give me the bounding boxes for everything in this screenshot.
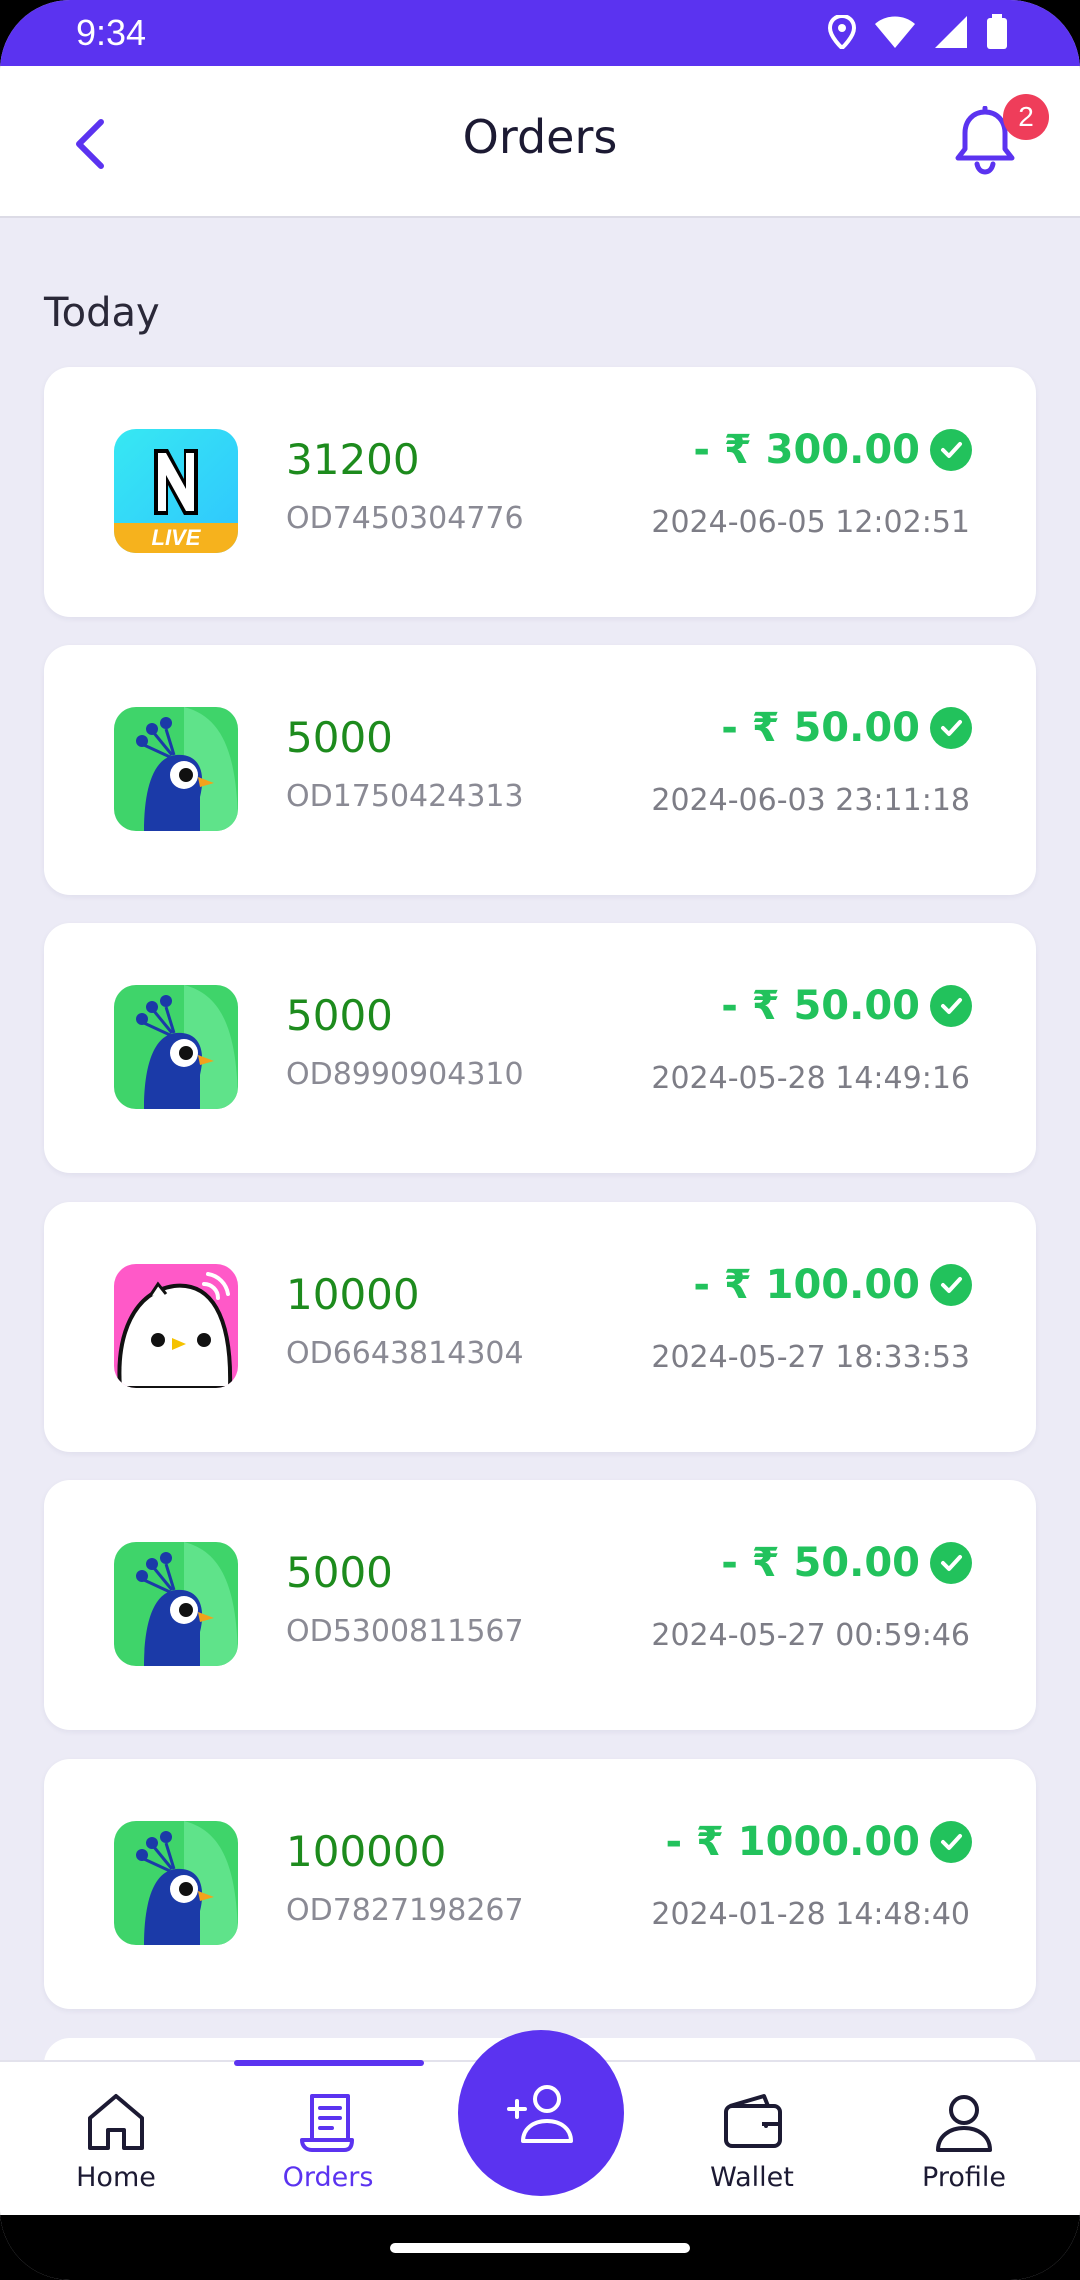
order-datetime: 2024-05-27 18:33:53 (651, 1340, 970, 1375)
orders-receipt-icon (300, 2094, 354, 2152)
order-datetime: 2024-05-27 00:59:46 (651, 1618, 970, 1653)
add-user-icon (507, 2085, 573, 2143)
wallet-icon (724, 2094, 782, 2148)
order-id: OD7827198267 (286, 1893, 524, 1928)
nav-wallet[interactable]: Wallet (662, 2062, 842, 2217)
battery-icon (987, 14, 1007, 49)
order-card[interactable]: 10000 OD6643814304 - ₹ 100.00 2024-05-27… (44, 1202, 1036, 1452)
amount-row: - ₹ 100.00 (693, 1262, 972, 1308)
order-card[interactable]: 5000 OD8990904310 - ₹ 50.00 2024-05-28 1… (44, 923, 1036, 1173)
add-user-button[interactable] (458, 2030, 624, 2196)
nav-home-label: Home (76, 2162, 156, 2193)
order-card[interactable]: 5000 OD5300811567 - ₹ 50.00 2024-05-27 0… (44, 1480, 1036, 1730)
order-datetime: 2024-05-28 14:49:16 (651, 1061, 970, 1096)
amount-row: - ₹ 1000.00 (666, 1819, 972, 1865)
coins-value: 5000 (286, 1548, 393, 1597)
status-icons (828, 14, 1008, 50)
amount-value: - ₹ 100.00 (693, 1262, 920, 1308)
profile-icon (936, 2095, 992, 2152)
order-datetime: 2024-06-05 12:02:51 (651, 505, 970, 540)
order-card[interactable]: 100000 OD7827198267 - ₹ 1000.00 2024-01-… (44, 1759, 1036, 2009)
amount-row: - ₹ 50.00 (721, 705, 972, 751)
nav-orders-label: Orders (282, 2162, 374, 2193)
wifi-icon (875, 16, 915, 48)
gesture-handle[interactable] (390, 2243, 690, 2253)
amount-value: - ₹ 50.00 (721, 983, 920, 1029)
n-live-app-icon: LIVE (114, 429, 238, 553)
order-id: OD1750424313 (286, 779, 524, 814)
notification-badge: 2 (1003, 94, 1049, 140)
order-id: OD6643814304 (286, 1336, 524, 1371)
amount-value: - ₹ 50.00 (721, 1540, 920, 1586)
nav-wallet-label: Wallet (710, 2162, 794, 2193)
check-circle-icon (930, 1542, 972, 1584)
order-id: OD7450304776 (286, 501, 524, 536)
check-circle-icon (930, 985, 972, 1027)
orders-screen: 9:34 Orders 2 Today LIVE 31200 OD7450304… (0, 0, 1080, 2280)
location-icon (828, 15, 856, 49)
check-circle-icon (930, 429, 972, 471)
check-circle-icon (930, 1821, 972, 1863)
order-datetime: 2024-06-03 23:11:18 (651, 783, 970, 818)
order-id: OD8990904310 (286, 1057, 524, 1092)
order-card[interactable]: LIVE 31200 OD7450304776 - ₹ 300.00 2024-… (44, 367, 1036, 617)
nav-profile-label: Profile (922, 2162, 1006, 2193)
nav-orders[interactable]: Orders (238, 2062, 418, 2217)
amount-row: - ₹ 50.00 (721, 983, 972, 1029)
peacock-app-icon (114, 1821, 238, 1945)
home-icon (88, 2094, 144, 2150)
nav-profile[interactable]: Profile (874, 2062, 1054, 2217)
order-id: OD5300811567 (286, 1614, 524, 1649)
coins-value: 5000 (286, 991, 393, 1040)
logo-live-text: LIVE (151, 525, 201, 550)
check-circle-icon (930, 1264, 972, 1306)
bird-app-icon (114, 1264, 238, 1388)
order-datetime: 2024-01-28 14:48:40 (651, 1897, 970, 1932)
coins-value: 5000 (286, 713, 393, 762)
amount-value: - ₹ 300.00 (693, 427, 920, 473)
coins-value: 100000 (286, 1827, 447, 1876)
page-title: Orders (462, 110, 618, 164)
amount-row: - ₹ 50.00 (721, 1540, 972, 1586)
coins-value: 10000 (286, 1270, 420, 1319)
signal-icon (935, 16, 967, 48)
amount-value: - ₹ 50.00 (721, 705, 920, 751)
nav-home[interactable]: Home (26, 2062, 206, 2217)
section-title-today: Today (44, 290, 160, 336)
peacock-app-icon (114, 1542, 238, 1666)
coins-value: 31200 (286, 435, 420, 484)
nav-active-indicator (234, 2060, 424, 2066)
amount-value: - ₹ 1000.00 (665, 1819, 920, 1865)
amount-row: - ₹ 300.00 (693, 427, 972, 473)
order-card[interactable]: 5000 OD1750424313 - ₹ 50.00 2024-06-03 2… (44, 645, 1036, 895)
status-time: 9:34 (76, 12, 147, 53)
peacock-app-icon (114, 707, 238, 831)
app-bar: Orders 2 (0, 66, 1080, 218)
peacock-app-icon (114, 985, 238, 1109)
check-circle-icon (930, 707, 972, 749)
status-bar: 9:34 (0, 0, 1080, 66)
